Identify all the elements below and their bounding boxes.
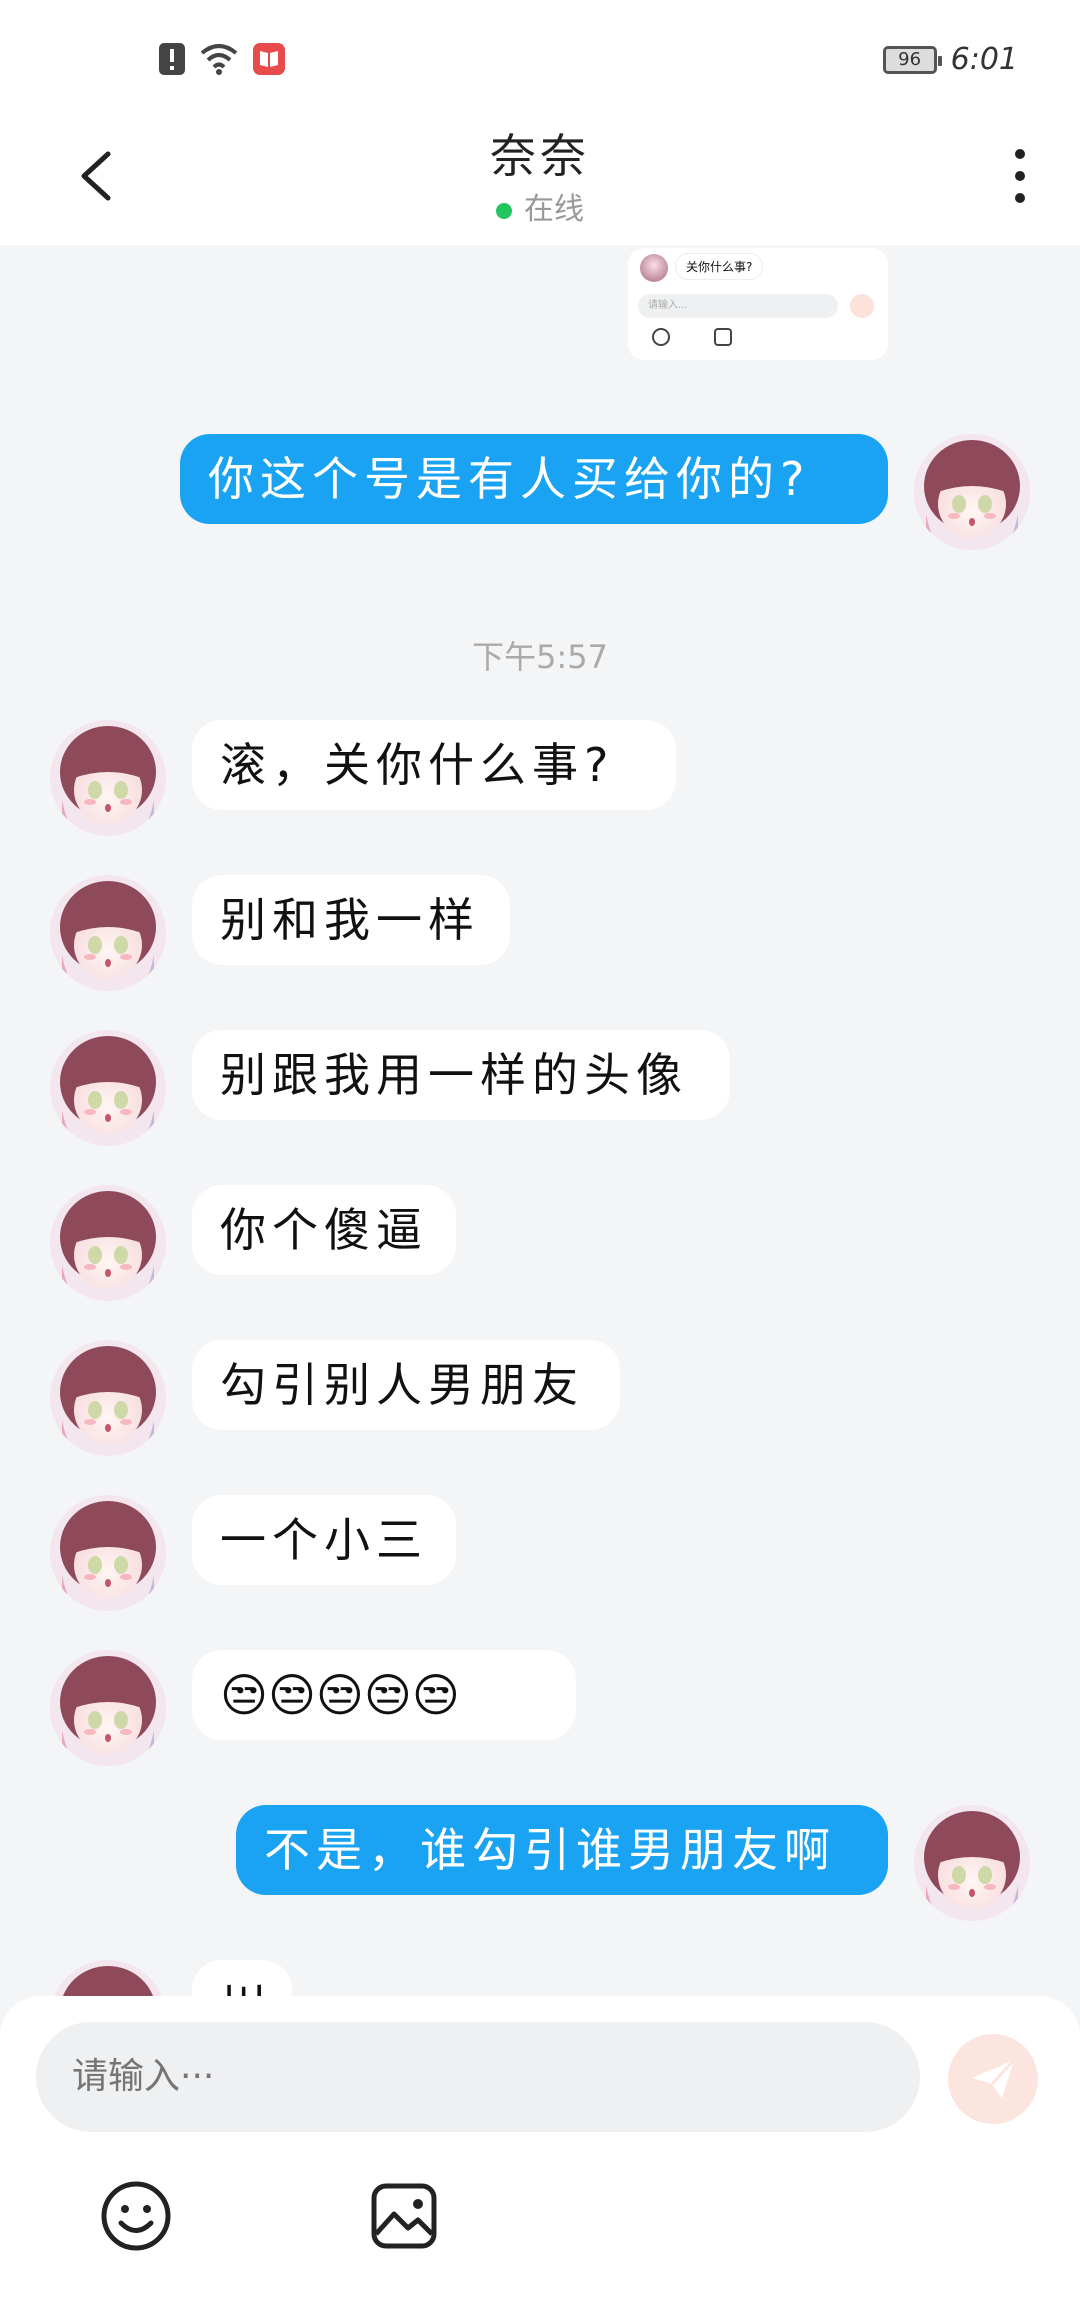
contact-avatar[interactable] — [50, 1185, 166, 1301]
status-icons-right: 96 6:01 — [882, 42, 1018, 77]
online-status: 在线 — [0, 184, 1080, 228]
status-bar: 96 6:01 — [0, 0, 1080, 110]
message-bubble-incoming[interactable]: 勾引别人男朋友 — [192, 1340, 620, 1430]
image-message[interactable]: 关你什么事? 请输入... — [628, 248, 888, 360]
thumb-send-icon — [850, 294, 874, 318]
message-bubble-incoming[interactable]: 一个小三 — [192, 1495, 456, 1585]
more-options-button[interactable] — [1000, 146, 1040, 206]
contact-name: 奈奈 — [490, 129, 590, 183]
my-avatar[interactable] — [914, 1805, 1030, 1921]
contact-avatar[interactable] — [50, 720, 166, 836]
online-status-label: 在线 — [524, 192, 584, 227]
thumb-image-icon — [714, 328, 732, 346]
thumb-emoji-icon — [652, 328, 670, 346]
status-icons-left — [158, 42, 286, 76]
send-button[interactable] — [948, 2034, 1038, 2124]
alert-icon — [159, 43, 185, 75]
timestamp: 下午5:57 — [472, 638, 608, 676]
clock: 6:01 — [950, 42, 1018, 77]
thumb-input: 请输入... — [638, 294, 838, 318]
online-dot-icon — [496, 202, 512, 219]
message-bubble-incoming[interactable]: 别跟我用一样的头像 — [192, 1030, 730, 1120]
thumb-avatar — [640, 254, 668, 282]
image-button[interactable] — [364, 2176, 444, 2256]
send-icon — [972, 2058, 1016, 2098]
contact-avatar[interactable] — [50, 1495, 166, 1611]
message-bubble-incoming[interactable]: 别和我一样 — [192, 875, 510, 965]
contact-avatar[interactable] — [50, 1340, 166, 1456]
message-input[interactable] — [36, 2022, 920, 2132]
contact-avatar[interactable] — [50, 1030, 166, 1146]
message-bubble-incoming[interactable]: 😒😒😒😒😒 — [192, 1650, 576, 1740]
thumb-bubble: 关你什么事? — [676, 254, 763, 279]
message-composer — [0, 1996, 1080, 2310]
message-bubble-incoming[interactable]: 滚，关你什么事? — [192, 720, 676, 810]
message-bubble-outgoing[interactable]: 你这个号是有人买给你的? — [180, 434, 888, 524]
contact-avatar[interactable] — [50, 1650, 166, 1766]
contact-avatar[interactable] — [50, 875, 166, 991]
battery-indicator: 96 — [882, 45, 942, 74]
chat-header: 奈奈 在线 — [0, 110, 1080, 245]
wifi-icon — [200, 44, 238, 75]
message-bubble-incoming[interactable]: 你个傻逼 — [192, 1185, 456, 1275]
my-avatar[interactable] — [914, 434, 1030, 550]
book-app-icon — [253, 43, 285, 75]
emoji-button[interactable] — [96, 2176, 176, 2256]
message-bubble-outgoing[interactable]: 不是，谁勾引谁男朋友啊 — [236, 1805, 888, 1895]
